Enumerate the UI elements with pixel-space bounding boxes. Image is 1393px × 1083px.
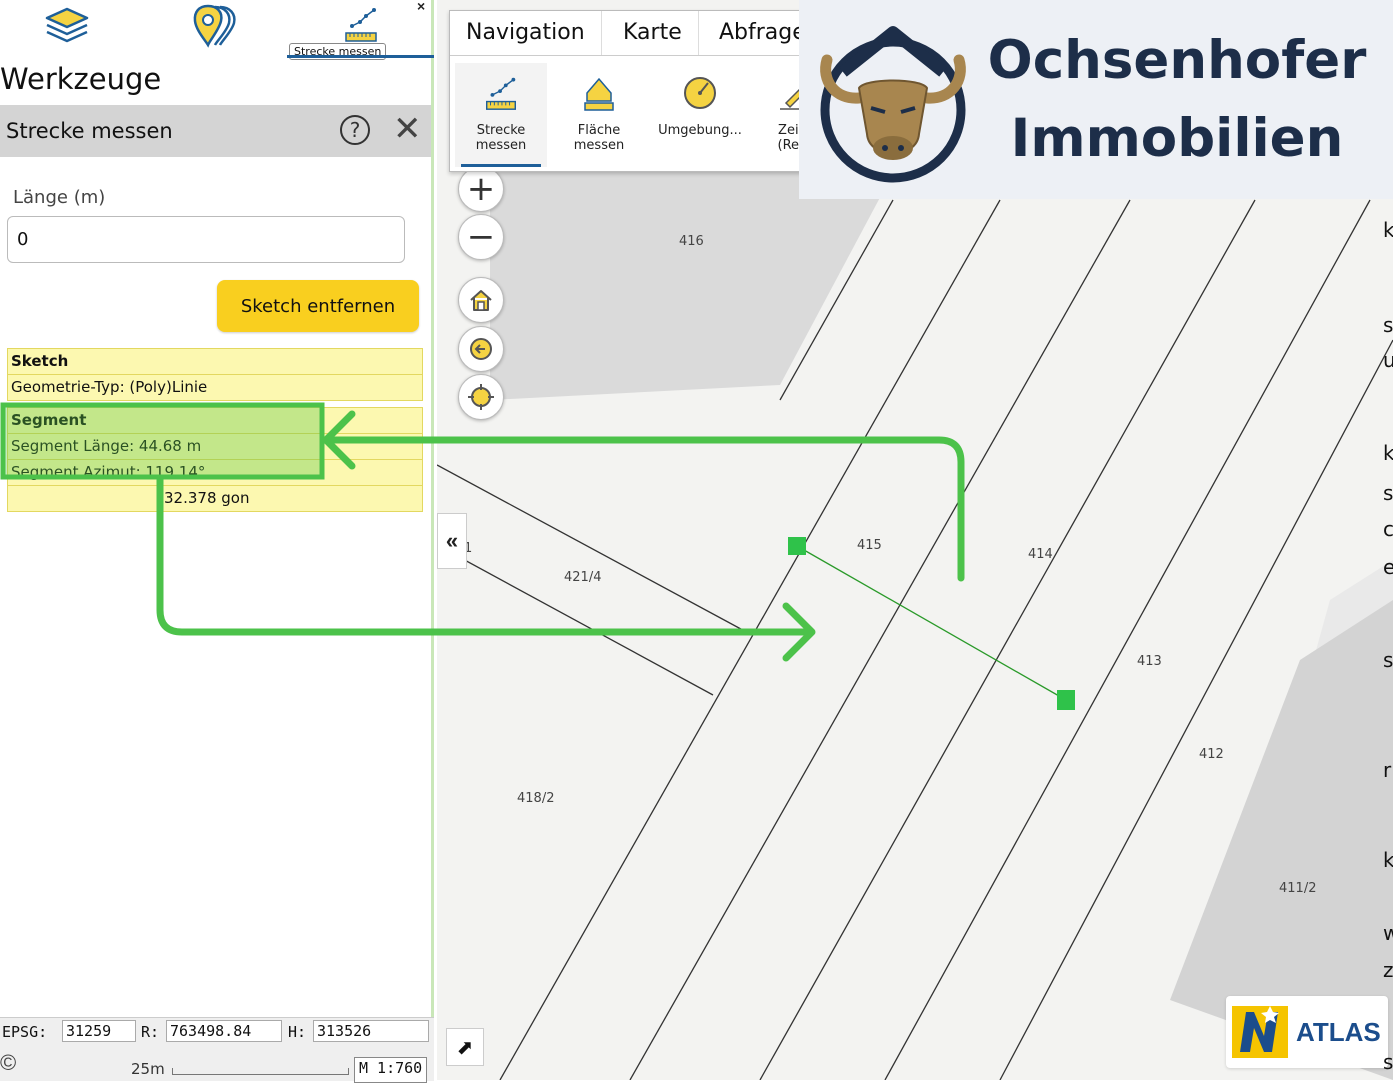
segment-gon: 32.378 gon [164,489,250,507]
panel-tab-bar: Strecke messen × [0,0,434,60]
clipped-text: k [1383,218,1393,242]
measure-segment [796,545,1067,701]
layers-icon[interactable] [42,2,92,50]
epsg-label: EPSG: [2,1023,48,1041]
brand-line-1: Ochsenhofer [987,30,1367,91]
tool-measure-distance[interactable]: Strecke messen [455,63,547,167]
help-icon[interactable]: ? [340,115,370,145]
r-label: R: [141,1023,160,1041]
brand-name: Ochsenhofer Immobilien [977,22,1377,178]
parcel-label: 412 [1199,747,1224,762]
clipped-text: s [1383,648,1393,672]
clipped-text: z [1383,958,1393,982]
tool-title: Strecke messen [6,119,173,143]
tab-karte[interactable]: Karte [607,11,699,55]
radius-icon [684,77,716,109]
clipped-text: e [1383,555,1393,579]
parcel-label: 418/2 [517,791,555,806]
clipped-text: k [1383,441,1393,465]
segment-azimuth: Segment Azimut: 119.14° [8,460,422,486]
segment-info-box: Segment Segment Länge: 44.68 m Segment A… [7,407,423,512]
zoom-out-button[interactable]: − [458,214,504,260]
segment-start-vertex[interactable] [788,537,806,555]
brand-line-2: Immobilien [1010,108,1344,169]
parcel-label: 421/4 [564,570,602,585]
parcel-line [437,544,714,696]
epsg-field[interactable]: 31259 [62,1020,136,1042]
map-scale[interactable]: M 1:760 [354,1057,428,1083]
tab-abfrage[interactable]: Abfrage [703,11,802,55]
clipped-text: s [1383,481,1393,505]
parcel-label: 414 [1028,547,1053,562]
tool-label: Umgebung... [658,123,742,138]
segment-length: Segment Länge: 44.68 m [8,434,422,460]
parcel-line [759,199,1256,1080]
sketch-heading: Sketch [8,349,422,375]
expand-icon[interactable]: ⬈ [446,1028,484,1066]
measure-area-icon [584,77,614,111]
status-bar: EPSG: 31259 R: 763498.84 H: 313526 © 25m… [0,1017,434,1083]
parcel-line [437,464,753,636]
measure-line-icon[interactable] [336,0,386,48]
sketch-info-box: Sketch Geometrie-Typ: (Poly)Linie [7,348,423,401]
clipped-text: s [1383,313,1393,337]
close-tab-icon[interactable]: × [417,0,425,14]
clipped-text: r [1383,758,1392,782]
crosshair-icon [468,384,494,410]
tool-measure-area[interactable]: Fläche messen [553,63,645,167]
tab-divider [450,55,802,56]
atlas-label: ATLAS [1296,1016,1381,1047]
tool-draw[interactable]: Zeich (Redli [750,63,803,167]
back-button[interactable] [458,326,504,372]
tool-label: Strecke [476,123,526,138]
clipped-text: s [1383,1050,1393,1074]
clipped-text: c [1383,517,1393,541]
tools-panel: Strecke messen × Werkzeuge Strecke messe… [0,0,434,1083]
geometry-type: Geometrie-Typ: (Poly)Linie [11,378,208,396]
brand-banner: Ochsenhofer Immobilien [799,0,1393,199]
clipped-text: w [1383,921,1393,945]
h-coordinate-field[interactable]: 313526 [313,1020,429,1042]
tool-label: messen [573,138,625,153]
parcel-label: 416 [679,234,704,249]
close-icon[interactable]: ✕ [393,109,422,149]
h-label: H: [288,1023,307,1041]
atlas-logo: ATLAS [1226,996,1388,1068]
tool-label: Zeich [778,123,802,138]
arrow-left-icon [470,338,492,360]
length-field[interactable] [7,216,405,263]
home-icon [470,290,492,311]
tool-label: Fläche [577,123,621,138]
tool-label: (Redli [777,138,803,153]
tool-label: messen [475,138,527,153]
measure-line-icon [486,77,516,110]
bull-logo-icon [820,26,966,183]
segment-heading: Segment [8,408,422,434]
clipped-text: u [1383,348,1393,372]
scalebar [172,1068,349,1075]
length-label: Länge (m) [13,187,106,208]
locations-icon[interactable] [190,2,240,50]
map-toolbar: Navigation Karte Abfrage Strecke messen … [449,10,803,172]
parcel-label: 411/2 [1279,881,1317,896]
collapse-panel-button[interactable]: « [437,513,467,569]
copyright-icon[interactable]: © [0,1050,16,1076]
tab-navigation[interactable]: Navigation [450,11,602,55]
panel-title: Werkzeuge [0,62,162,96]
parcel-label: 413 [1137,654,1162,669]
locate-button[interactable] [458,374,504,420]
home-button[interactable] [458,277,504,323]
segment-end-vertex[interactable] [1057,690,1075,710]
active-tab-indicator [287,55,434,58]
r-coordinate-field[interactable]: 763498.84 [166,1020,282,1042]
clipped-text: k [1383,848,1393,872]
parcel-label: 415 [857,538,882,553]
zoom-in-button[interactable]: + [458,166,504,212]
tool-header: Strecke messen ? ✕ [0,105,431,157]
tool-radius[interactable]: Umgebung... [654,63,746,167]
remove-sketch-button[interactable]: Sketch entfernen [217,280,419,332]
atlas-n-icon [1232,1006,1288,1058]
scalebar-label: 25m [131,1060,165,1078]
